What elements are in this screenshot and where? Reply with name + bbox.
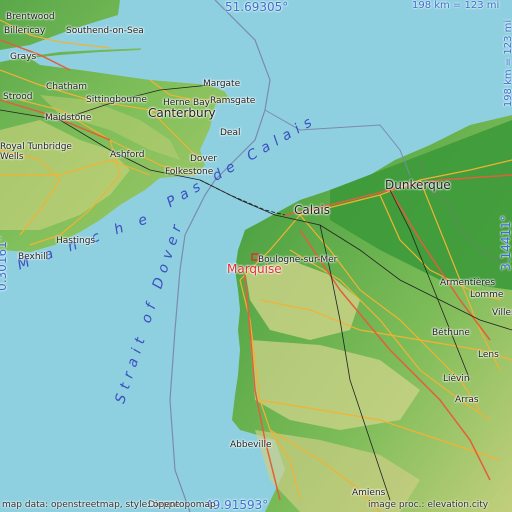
place-label: Billericay	[4, 26, 46, 36]
highlight-place-label[interactable]: Marquise	[227, 262, 282, 276]
place-label: Lens	[478, 350, 499, 360]
place-label: Folkestone	[165, 167, 214, 177]
place-label: Abbeville	[230, 440, 272, 450]
place-label: Royal Tunbridge Wells	[0, 142, 72, 162]
place-label: Armentières	[440, 278, 496, 288]
place-label: Bexhill	[18, 252, 49, 262]
place-label: Liévin	[443, 374, 470, 384]
place-label: Calais	[294, 203, 331, 217]
place-label: Lomme	[470, 290, 504, 300]
coord-east: 3.14411°	[498, 215, 512, 271]
place-label: Southend-on-Sea	[66, 26, 144, 36]
place-label: Ramsgate	[210, 96, 256, 106]
place-label: Deal	[220, 128, 241, 138]
place-label: Margate	[203, 79, 241, 89]
place-label: Ashford	[110, 150, 145, 160]
place-label: Béthune	[432, 328, 470, 338]
place-label: Sittingbourne	[86, 95, 147, 105]
terrain-layer	[0, 0, 512, 512]
coord-north: 51.69305°	[225, 0, 289, 14]
place-label: Canterbury	[148, 106, 216, 120]
place-label: Dover	[190, 154, 217, 164]
place-label: Hastings	[56, 236, 96, 246]
scale-vertical: 198 km = 123 mi	[503, 19, 512, 108]
credit-image-proc: image proc.: elevation.city	[368, 500, 489, 510]
place-label: Chatham	[46, 82, 88, 92]
place-label: Brentwood	[6, 12, 55, 22]
coord-west: 0.30161°	[0, 235, 9, 291]
scale-horizontal: 198 km = 123 mi	[412, 0, 500, 11]
place-label: Villeneuve	[492, 308, 512, 318]
place-label: Amiens	[352, 488, 386, 498]
credit-map-data: map data: openstreetmap, style: opentopo…	[2, 500, 216, 510]
place-label: Maidstone	[45, 113, 92, 123]
place-label: Arras	[455, 395, 479, 405]
map-view[interactable]: Pas de Calais Strait of Dover M a n c h …	[0, 0, 512, 512]
place-label: Strood	[3, 92, 33, 102]
place-label: Dunkerque	[385, 178, 451, 192]
place-label: Grays	[10, 52, 37, 62]
